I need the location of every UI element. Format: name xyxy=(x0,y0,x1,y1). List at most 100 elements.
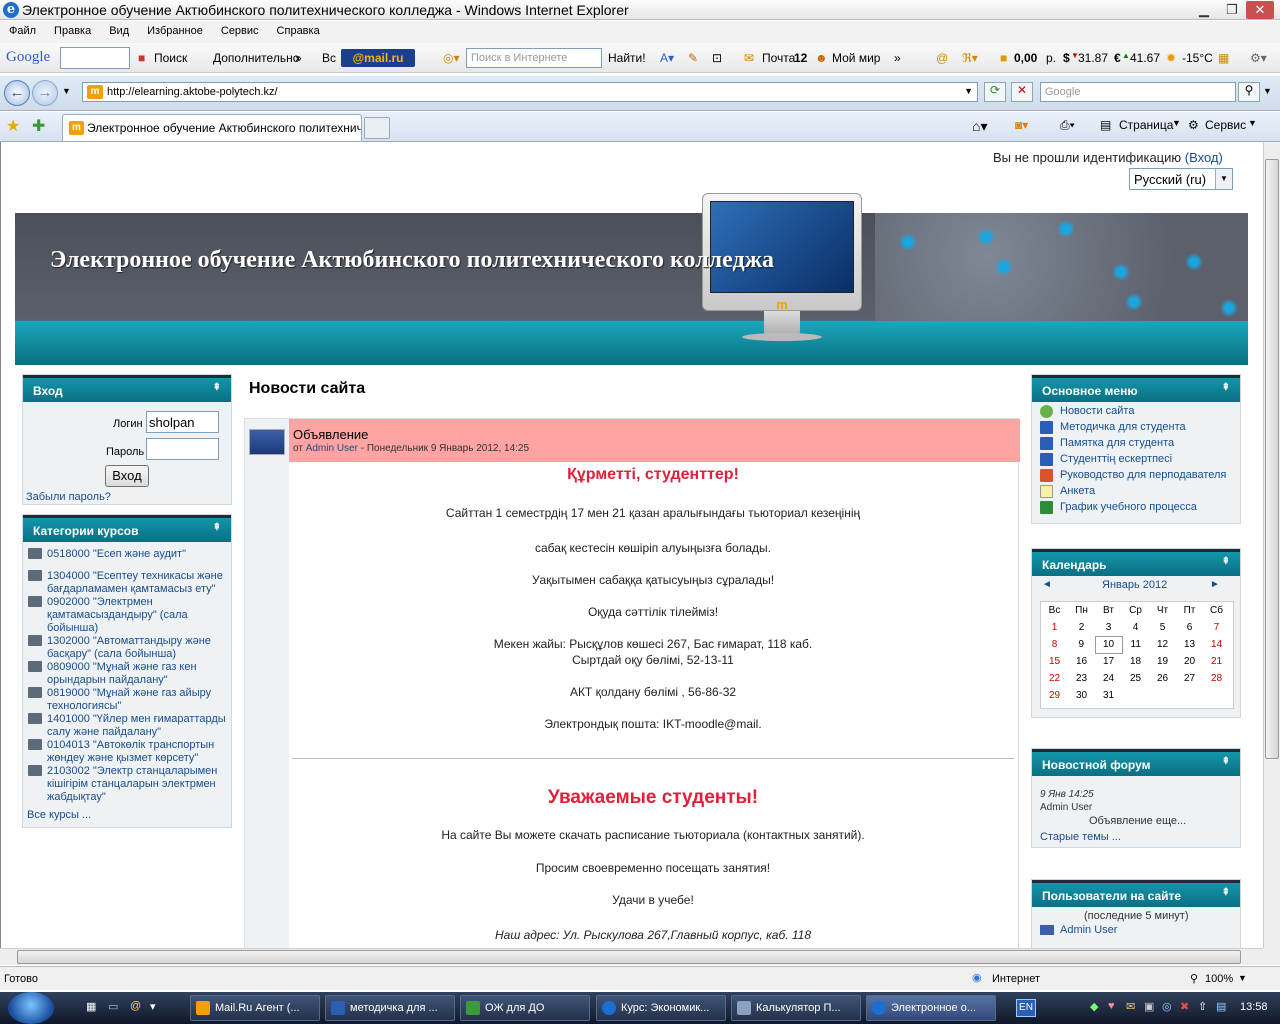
avatar[interactable] xyxy=(249,429,285,455)
network-icon[interactable]: ▤ xyxy=(1216,1000,1226,1013)
calendar-day[interactable]: 30 xyxy=(1068,687,1095,704)
calendar-next-icon[interactable]: ► xyxy=(1210,579,1220,590)
calendar-day[interactable]: 20 xyxy=(1176,653,1203,670)
menu-view[interactable]: Вид xyxy=(100,21,138,37)
calendar-day[interactable]: 5 xyxy=(1149,619,1176,636)
category-item[interactable]: 2103002 "Электр станцаларымен кішігірім … xyxy=(28,765,228,804)
menu-item-schedule[interactable]: График учебного процесса xyxy=(1040,501,1197,514)
calendar-day[interactable]: 18 xyxy=(1122,653,1149,670)
collapse-icon[interactable]: ⇞ xyxy=(1222,756,1230,767)
calendar-day[interactable]: 27 xyxy=(1176,670,1203,687)
google-search-box[interactable]: Google xyxy=(1040,82,1236,102)
calendar-day[interactable]: 7 xyxy=(1203,619,1230,636)
safely-remove-icon[interactable]: ⇧ xyxy=(1198,1000,1207,1013)
news-forum-header[interactable]: Новостной форум ⇞ xyxy=(1032,749,1240,776)
stop-icon[interactable]: ✕ xyxy=(1011,82,1033,102)
post-author-link[interactable]: Admin User xyxy=(306,443,358,454)
antivirus-icon[interactable]: ✖ xyxy=(1180,1000,1189,1013)
magnifier-icon[interactable]: ⚲ xyxy=(1238,82,1260,102)
horizontal-scroll-thumb[interactable] xyxy=(17,950,1241,964)
calendar-day[interactable]: 15 xyxy=(1041,653,1068,670)
calendar-day[interactable]: 21 xyxy=(1203,653,1230,670)
language-select[interactable]: Русский (ru) ▼ xyxy=(1129,168,1233,190)
favorites-star-icon[interactable]: ★ xyxy=(6,116,20,136)
login-input[interactable]: sholpan xyxy=(146,411,219,433)
collapse-icon[interactable]: ⇞ xyxy=(213,522,221,533)
tray-icon[interactable]: ◆ xyxy=(1090,1000,1098,1013)
quicklaunch-mail-icon[interactable]: @ xyxy=(130,1000,141,1012)
tray-icon[interactable]: ◎ xyxy=(1162,1000,1172,1013)
password-input[interactable] xyxy=(146,438,219,460)
forgot-password-link[interactable]: Забыли пароль? xyxy=(26,491,111,503)
calendar-day[interactable]: 3 xyxy=(1095,619,1122,636)
calendar-day[interactable]: 2 xyxy=(1068,619,1095,636)
page-menu[interactable]: Страница xyxy=(1119,118,1173,132)
internet-search-input[interactable]: Поиск в Интернете xyxy=(466,48,602,68)
forum-post-link[interactable]: Объявление еще... xyxy=(1089,815,1186,827)
login-block-header[interactable]: Вход ⇞ xyxy=(23,375,231,402)
calendar-day[interactable]: 28 xyxy=(1203,670,1230,687)
collapse-icon[interactable]: ⇞ xyxy=(1222,887,1230,898)
quicklaunch-desktop-icon[interactable]: ▦ xyxy=(86,1000,96,1013)
category-item[interactable]: 1401000 "Үйлер мен ғимараттарды салу жән… xyxy=(28,713,233,739)
font-size-icon[interactable]: A▾ xyxy=(660,51,674,65)
search-options-icon[interactable]: ▼ xyxy=(1263,86,1272,96)
feeds-icon[interactable]: ◙▾ xyxy=(1015,118,1028,132)
calendar-day[interactable]: 1 xyxy=(1041,619,1068,636)
online-user-link[interactable]: Admin User xyxy=(1060,924,1117,936)
map-icon[interactable]: ▦ xyxy=(1218,51,1229,65)
calendar-day-today[interactable]: 10 xyxy=(1094,635,1123,654)
main-menu-header[interactable]: Основное меню ⇞ xyxy=(1032,375,1240,402)
category-item[interactable]: 0902000 "Электрмен қамтамасыздандыру" (с… xyxy=(28,596,203,635)
calendar-day[interactable]: 29 xyxy=(1041,687,1068,704)
rss-icon[interactable]: ℜ▾ xyxy=(962,51,978,65)
login-submit-button[interactable]: Вход xyxy=(105,465,149,487)
chevron-icon[interactable]: » xyxy=(894,51,901,65)
add-favorite-icon[interactable]: ✚ xyxy=(32,116,45,136)
calendar-day[interactable]: 17 xyxy=(1095,653,1122,670)
settings-icon[interactable]: ⚙▾ xyxy=(1250,51,1267,65)
category-item[interactable]: 1302000 "Автоматтандыру және басқару" (с… xyxy=(28,635,228,661)
highlight-icon[interactable]: ✎ xyxy=(688,51,698,65)
find-button[interactable]: Найти! xyxy=(608,51,646,65)
myworld-link[interactable]: Мой мир xyxy=(832,51,880,65)
all-courses-link[interactable]: Все курсы ... xyxy=(27,809,91,821)
calendar-day[interactable]: 6 xyxy=(1176,619,1203,636)
calendar-prev-icon[interactable]: ◄ xyxy=(1042,579,1052,590)
address-dropdown-icon[interactable]: ▼ xyxy=(964,86,973,96)
menu-item-student-note[interactable]: Студенттің ескертпесі xyxy=(1040,453,1172,466)
menu-item-survey[interactable]: Анкета xyxy=(1040,485,1095,498)
calendar-day[interactable]: 14 xyxy=(1203,636,1230,653)
print-icon[interactable]: ⎙▾ xyxy=(1060,118,1075,133)
forward-button[interactable]: → xyxy=(32,80,58,106)
menu-edit[interactable]: Правка xyxy=(45,21,100,37)
search-button[interactable]: Поиск xyxy=(154,51,187,65)
menu-help[interactable]: Справка xyxy=(268,21,329,37)
task-word-doc[interactable]: методичка для ... xyxy=(325,995,455,1021)
category-item[interactable]: 0518000 "Есеп және аудит" xyxy=(28,548,186,561)
calendar-day[interactable]: 13 xyxy=(1176,636,1203,653)
calendar-month-link[interactable]: Январь 2012 xyxy=(1102,579,1167,591)
new-tab-button[interactable] xyxy=(364,117,390,139)
menu-item-memo[interactable]: Памятка для студента xyxy=(1040,437,1174,450)
categories-block-header[interactable]: Категории курсов ⇞ xyxy=(23,515,231,542)
category-item[interactable]: 0809000 "Мұнай және газ кен орындарын па… xyxy=(28,661,208,687)
menu-item-manual[interactable]: Методичка для студента xyxy=(1040,421,1186,434)
collapse-icon[interactable]: ⇞ xyxy=(1222,556,1230,567)
minimize-button[interactable]: ▁ xyxy=(1190,1,1218,19)
vertical-scroll-thumb[interactable] xyxy=(1265,159,1279,759)
mailru-logo[interactable]: @mail.ru xyxy=(341,49,415,67)
zoom-level[interactable]: 100% xyxy=(1205,973,1233,985)
menu-favorites[interactable]: Избранное xyxy=(138,21,212,37)
task-mailru-agent[interactable]: Mail.Ru Агент (... xyxy=(190,995,320,1021)
task-elearning[interactable]: Электронное о... xyxy=(866,995,996,1021)
vertical-scrollbar[interactable] xyxy=(1263,142,1280,948)
login-link[interactable]: (Вход) xyxy=(1185,150,1223,165)
category-item[interactable]: 0104013 "Автокөлік транспортын жөндеу жә… xyxy=(28,739,228,765)
calendar-header[interactable]: Календарь ⇞ xyxy=(1032,549,1240,576)
category-item[interactable]: 0819000 "Мұнай және газ айыру технология… xyxy=(28,687,223,713)
calendar-day[interactable]: 4 xyxy=(1122,619,1149,636)
refresh-icon[interactable]: ⟳ xyxy=(984,82,1006,102)
collapse-icon[interactable]: ⇞ xyxy=(1222,382,1230,393)
category-item[interactable]: 1304000 "Есептеу техникасы және бағдарла… xyxy=(28,570,228,596)
